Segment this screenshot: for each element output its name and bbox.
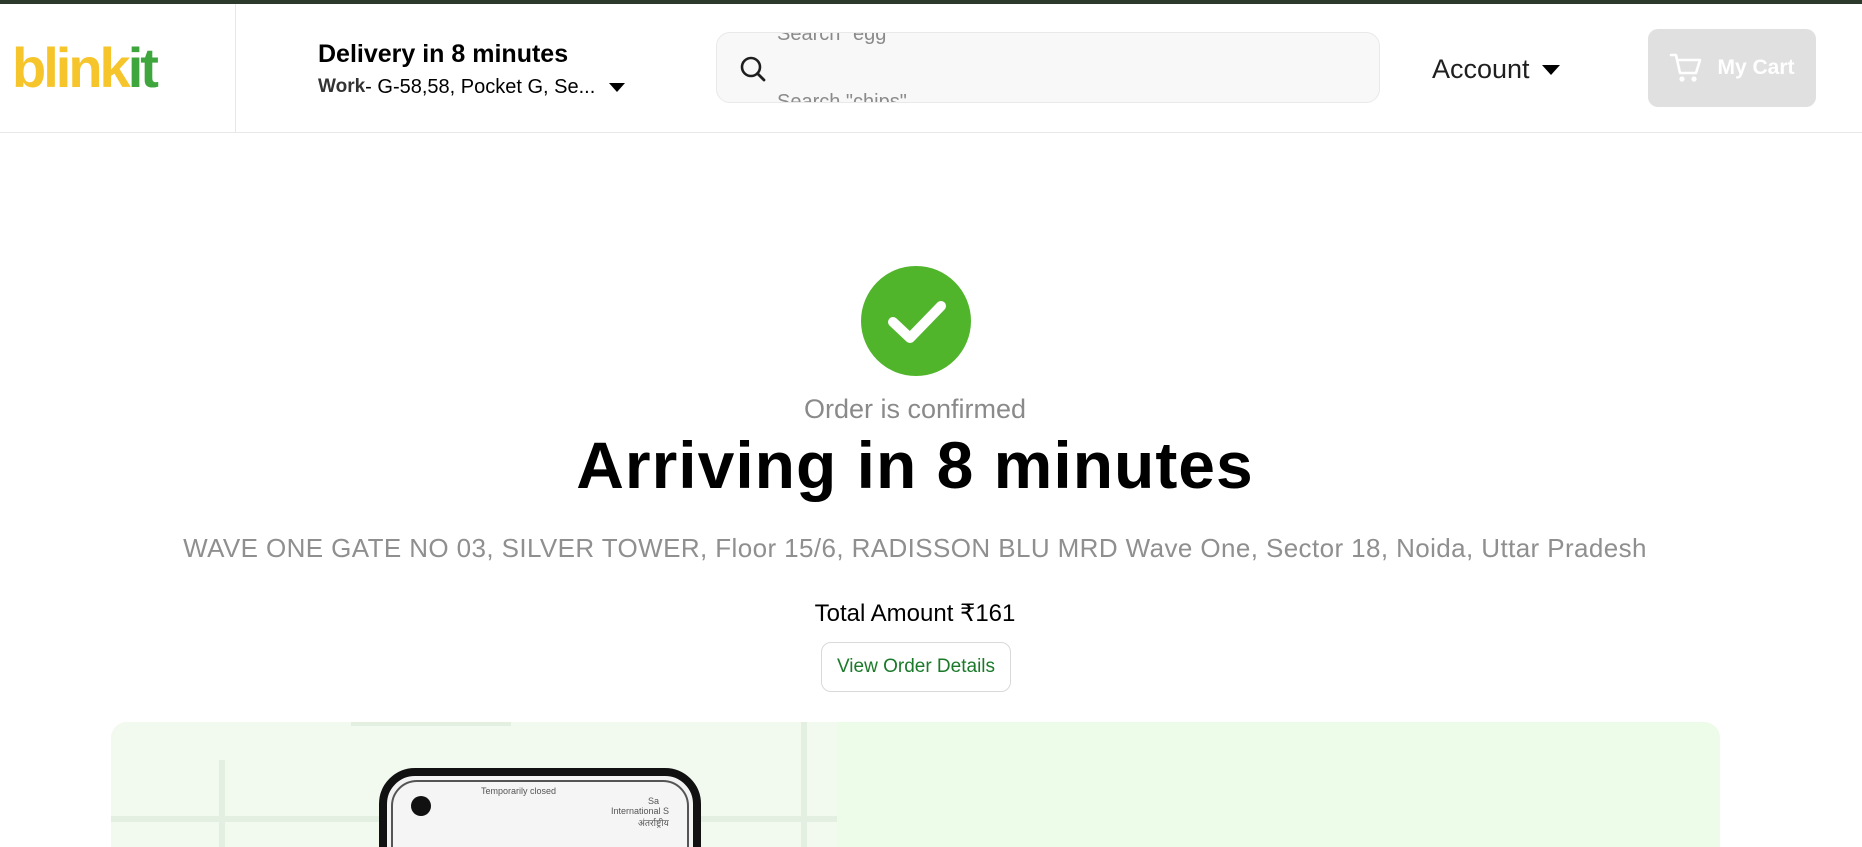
phone-screen: Temporarily closed Sa International S अं…	[391, 780, 689, 847]
logo-text-blink: blink	[12, 36, 131, 99]
order-tracking-map: Temporarily closed Sa International S अं…	[111, 722, 1720, 847]
order-status-text: Order is confirmed	[803, 394, 1027, 424]
order-confirmed-check-icon	[861, 266, 971, 376]
order-confirmation: Order is confirmed Arriving in 8 minutes…	[0, 134, 1862, 847]
my-cart-button[interactable]: My Cart	[1648, 29, 1816, 107]
delivery-full-address: WAVE ONE GATE NO 03, SILVER TOWER, Floor…	[183, 533, 1647, 563]
delivery-address: Work - G-58,58, Pocket G, Se...	[318, 74, 648, 100]
logo-text-it: it	[127, 36, 159, 99]
arrival-headline: Arriving in 8 minutes	[576, 428, 1254, 502]
account-menu[interactable]: Account	[1432, 54, 1560, 85]
delivery-time-title: Delivery in 8 minutes	[318, 40, 569, 68]
search-placeholder-next: Search "chips"	[777, 91, 907, 103]
map-road	[351, 722, 511, 726]
address-label: Work	[318, 76, 366, 97]
chevron-down-icon[interactable]	[609, 82, 626, 92]
map-road	[219, 760, 225, 847]
cart-icon	[1670, 53, 1702, 82]
phone-camera-icon	[411, 796, 431, 816]
site-header: blinkit Delivery in 8 minutes Work - G-5…	[0, 4, 1862, 133]
map-label-closed: Temporarily closed	[481, 786, 557, 796]
blinkit-logo[interactable]: blinkit	[12, 32, 159, 104]
map-label-place: International S	[611, 806, 670, 816]
map-label-place: Sa	[648, 796, 660, 806]
search-bar[interactable]: Search "egg" Search "chips"	[716, 32, 1380, 103]
total-amount: Total Amount ₹161	[814, 600, 1016, 627]
logo-area: blinkit	[0, 4, 236, 133]
cart-label: My Cart	[1717, 56, 1795, 79]
chevron-down-icon	[1541, 64, 1560, 75]
map-road	[801, 722, 807, 847]
delivery-location-selector[interactable]: Delivery in 8 minutes Work - G-58,58, Po…	[318, 38, 648, 100]
phone-mockup: Temporarily closed Sa International S अं…	[379, 768, 701, 847]
map-label-place: अंतर्राष्ट्रीय	[638, 818, 669, 828]
view-order-details-button[interactable]: View Order Details	[821, 642, 1011, 692]
account-label: Account	[1432, 54, 1530, 84]
search-icon	[740, 56, 766, 82]
search-placeholder-previous: Search "egg"	[777, 32, 894, 45]
address-text: - G-58,58, Pocket G, Se...	[365, 76, 596, 98]
